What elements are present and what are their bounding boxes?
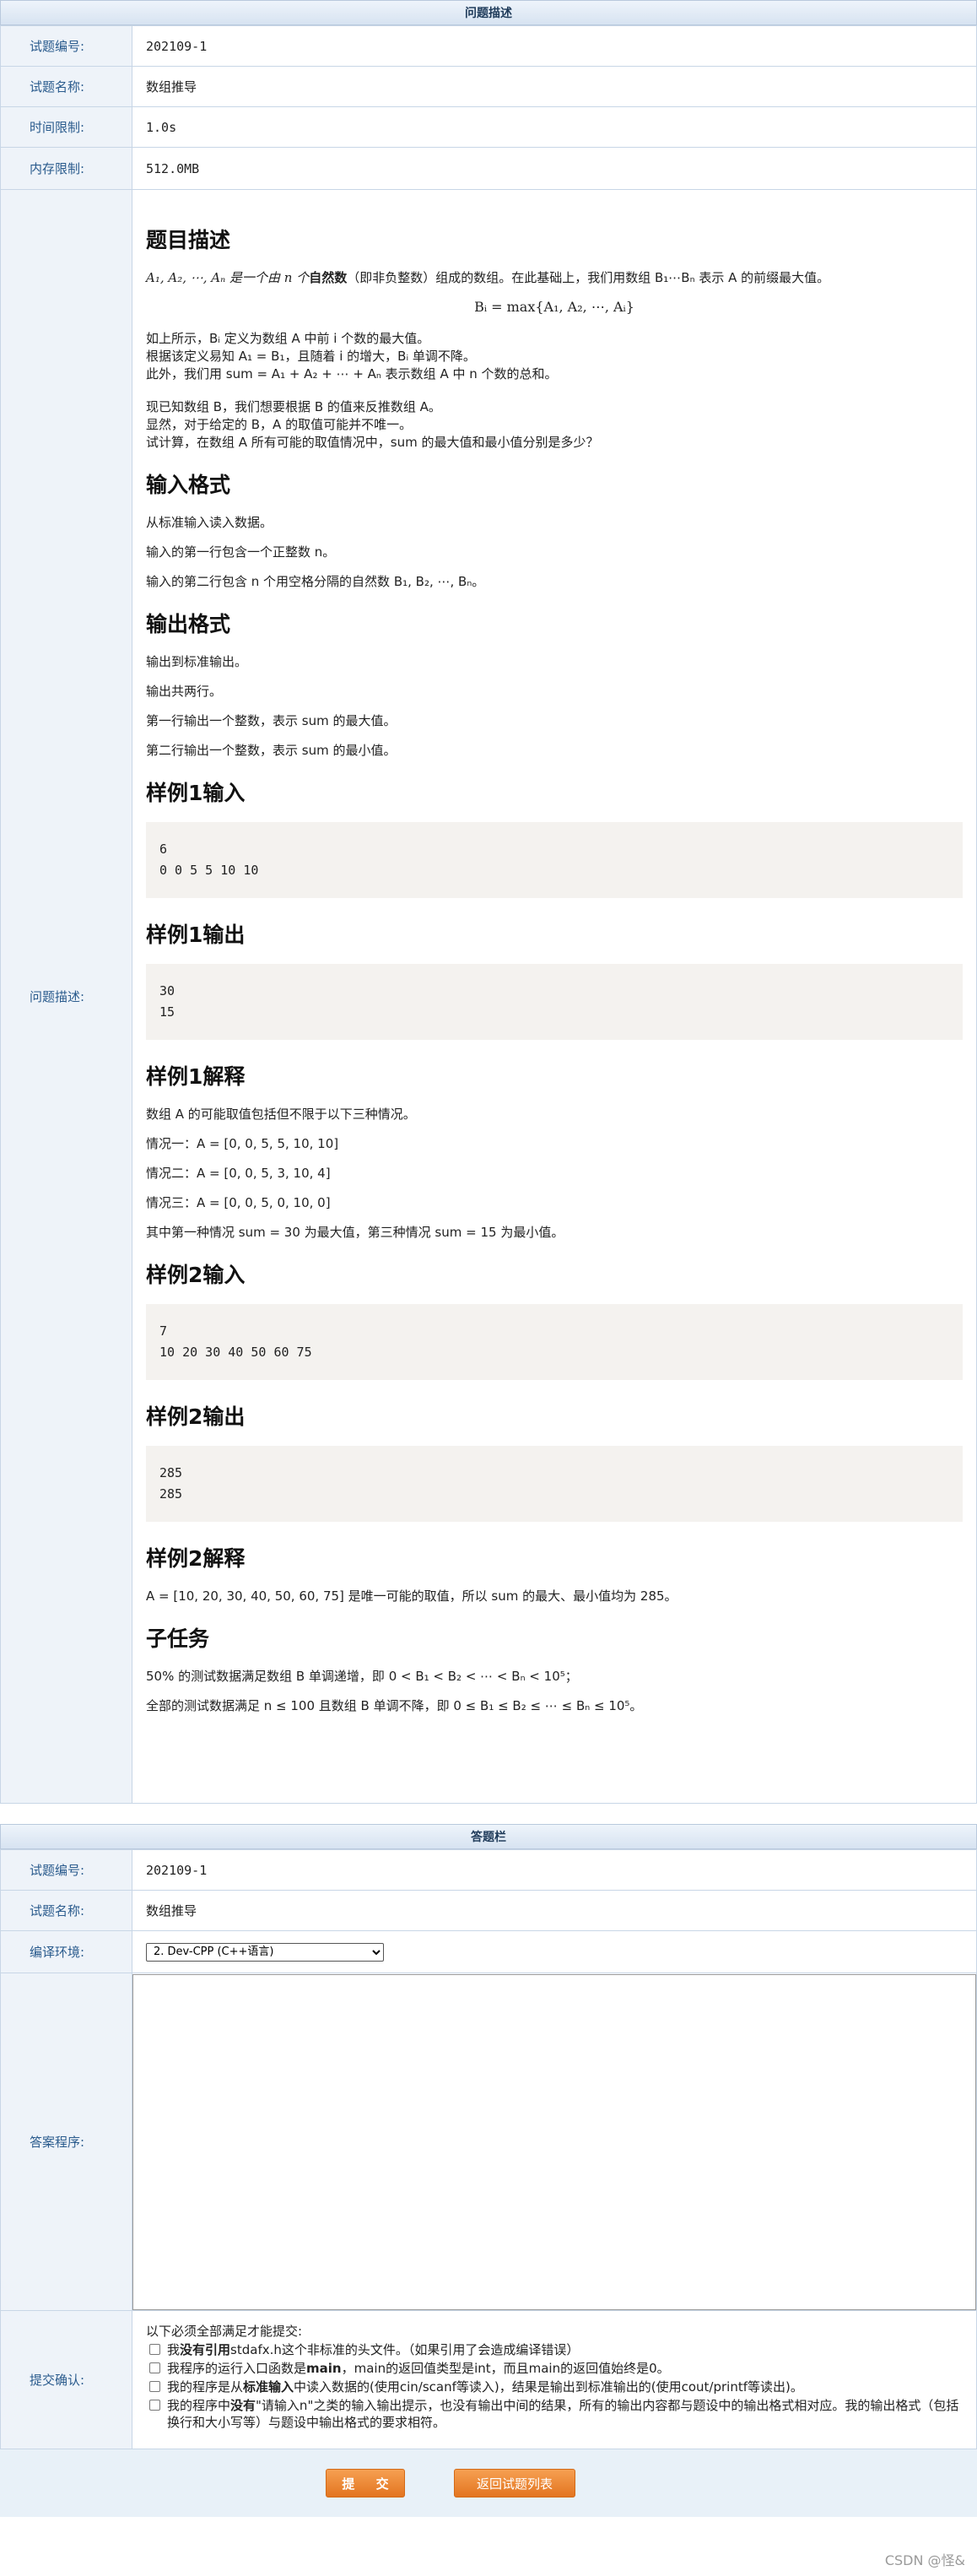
answer-panel: 答题栏 试题编号: 202109-1 试题名称: 数组推导 编译环境: 2. D… [0,1824,977,2449]
problem-statement: 题目描述 A₁, A₂, ⋯, Aₙ 是一个由 n 个自然数（即非负整数）组成的… [132,189,977,1804]
section-heading: 样例2输入 [146,1263,246,1287]
section-heading: 输入格式 [146,473,231,497]
code-cell [132,1973,977,2311]
info-label: 编译环境: [0,1930,132,1973]
sample-output-1: 30 15 [146,964,963,1040]
statement-text: 如上所示，Bᵢ 定义为数组 A 中前 i 个数的最大值。 [146,331,430,346]
statement-text: 第一行输出一个整数，表示 sum 的最大值。 [146,713,397,728]
info-value: 512.0MB [132,147,977,190]
info-label: 试题名称: [0,66,132,107]
formula: Bᵢ = max{A₁, A₂, ⋯, Aᵢ} [474,299,634,315]
section-heading: 样例2输出 [146,1404,246,1429]
info-row-memory: 内存限制: 512.0MB [0,147,977,190]
statement-block: 如上所示，Bᵢ 定义为数组 A 中前 i 个数的最大值。 根据该定义易知 A₁ … [146,330,963,383]
confirm-item-text: 我的程序是从标准输入中读入数据的(使用cin/scanf等读入)，结果是输出到标… [167,2379,803,2395]
problem-panel-title: 问题描述 [0,0,977,25]
statement-text: 显然，对于给定的 B，A 的取值可能并不唯一。 [146,417,413,432]
confirm-checkbox[interactable] [149,2400,160,2411]
confirm-item-text: 我没有引用stdafx.h这个非标准的头文件。（如果引用了会造成编译错误） [167,2342,580,2357]
section-heading: 样例1输出 [146,923,246,947]
statement-text: 第二行输出一个整数，表示 sum 的最小值。 [146,743,397,758]
problem-panel: 问题描述 试题编号: 202109-1 试题名称: 数组推导 时间限制: 1.0… [0,0,977,1804]
sample-input-2: 7 10 20 30 40 50 60 75 [146,1304,963,1380]
info-label: 提交确认: [0,2310,132,2449]
problem-info-table: 试题编号: 202109-1 试题名称: 数组推导 时间限制: 1.0s 内存限… [0,25,977,1804]
statement-text: 现已知数组 B，我们想要根据 B 的值来反推数组 A。 [146,399,441,414]
answer-row-name: 试题名称: 数组推导 [0,1890,977,1931]
statement-text: 输出到标准输出。 [146,654,248,669]
confirm-item: 我程序的运行入口函数是main，main的返回值类型是int，而且main的返回… [146,2360,963,2377]
section-heading: 样例2解释 [146,1546,246,1571]
info-row-id: 试题编号: 202109-1 [0,25,977,67]
confirm-cell: 以下必须全部满足才能提交: 我没有引用stdafx.h这个非标准的头文件。（如果… [132,2310,977,2449]
confirm-item: 我没有引用stdafx.h这个非标准的头文件。（如果引用了会造成编译错误） [146,2341,963,2358]
section-heading: 样例1输入 [146,781,246,805]
section-heading: 子任务 [146,1626,210,1651]
confirm-checkbox[interactable] [149,2344,160,2355]
back-to-list-button[interactable]: 返回试题列表 [454,2469,575,2498]
statement-text: 根据该定义易知 A₁ = B₁，且随着 i 的增大，Bᵢ 单调不降。 [146,349,476,364]
answer-row-id: 试题编号: 202109-1 [0,1849,977,1891]
section-heading: 题目描述 [146,228,231,252]
statement-text: A = [10, 20, 30, 40, 50, 60, 75] 是唯一可能的取… [146,1588,677,1604]
info-row-name: 试题名称: 数组推导 [0,66,977,107]
confirm-item: 我的程序中没有"请输入n"之类的输入输出提示，也没有输出中间的结果，所有的输出内… [146,2397,963,2431]
code-textarea[interactable] [132,1973,976,2310]
confirm-item: 我的程序是从标准输入中读入数据的(使用cin/scanf等读入)，结果是输出到标… [146,2378,963,2395]
info-label: 答案程序: [0,1973,132,2311]
statement-text: 全部的测试数据满足 n ≤ 100 且数组 B 单调不降，即 0 ≤ B₁ ≤ … [146,1698,643,1713]
sample-input-1: 6 0 0 5 5 10 10 [146,822,963,898]
sample-output-2: 285 285 [146,1446,963,1522]
info-value: 1.0s [132,106,977,148]
confirm-intro: 以下必须全部满足才能提交: [146,2324,303,2339]
statement-text: 输入的第一行包含一个正整数 n。 [146,544,336,560]
statement-text: 50% 的测试数据满足数组 B 单调递增，即 0 < B₁ < B₂ < ⋯ <… [146,1669,578,1684]
answer-row-code: 答案程序: [0,1973,977,2311]
answer-panel-title: 答题栏 [0,1824,977,1849]
statement-text: 从标准输入读入数据。 [146,515,273,530]
info-label: 时间限制: [0,106,132,148]
statement-text: 输出共两行。 [146,684,223,699]
confirm-item-text: 我程序的运行入口函数是main，main的返回值类型是int，而且main的返回… [167,2361,670,2376]
info-label: 试题名称: [0,1890,132,1931]
compiler-select[interactable]: 2. Dev-CPP (C++语言) [146,1942,384,1962]
confirm-checkbox[interactable] [149,2381,160,2392]
info-label: 试题编号: [0,1849,132,1891]
info-label: 问题描述: [0,189,132,1804]
section-heading: 样例1解释 [146,1064,246,1089]
answer-row-compiler: 编译环境: 2. Dev-CPP (C++语言) [0,1930,977,1973]
answer-info-table: 试题编号: 202109-1 试题名称: 数组推导 编译环境: 2. Dev-C… [0,1849,977,2449]
statement-text: 试计算，在数组 A 所有可能的取值情况中，sum 的最大值和最小值分别是多少？ [146,435,599,450]
info-row-time: 时间限制: 1.0s [0,106,977,148]
info-value: 202109-1 [132,1849,977,1891]
info-label: 内存限制: [0,147,132,190]
info-value: 数组推导 [132,66,977,107]
statement-text: A₁, A₂, ⋯, Aₙ 是一个由 n 个自然数（即非负整数）组成的数组。在此… [146,270,830,285]
submit-button[interactable]: 提 交 [326,2469,405,2498]
statement-text: 情况一：A = [0, 0, 5, 5, 10, 10] [146,1136,339,1151]
section-heading: 输出格式 [146,612,231,636]
watermark: CSDN @怪& [884,2552,965,2568]
statement-text: 其中第一种情况 sum = 30 为最大值，第三种情况 sum = 15 为最小… [146,1225,564,1240]
info-label: 试题编号: [0,25,132,67]
confirm-item-text: 我的程序中没有"请输入n"之类的输入输出提示，也没有输出中间的结果，所有的输出内… [167,2398,959,2430]
statement-text: 情况三：A = [0, 0, 5, 0, 10, 0] [146,1195,331,1210]
button-bar: 提 交 返回试题列表 [0,2449,977,2517]
statement-text: 数组 A 的可能取值包括但不限于以下三种情况。 [146,1107,416,1122]
statement-text: 输入的第二行包含 n 个用空格分隔的自然数 B₁, B₂, ⋯, Bₙ。 [146,574,485,589]
statement-block: 现已知数组 B，我们想要根据 B 的值来反推数组 A。 显然，对于给定的 B，A… [146,398,963,452]
compiler-cell: 2. Dev-CPP (C++语言) [132,1930,977,1973]
confirm-checkbox[interactable] [149,2362,160,2373]
statement-text: 此外，我们用 sum = A₁ + A₂ + ⋯ + Aₙ 表示数组 A 中 n… [146,366,558,382]
info-value: 数组推导 [132,1890,977,1931]
info-value: 202109-1 [132,25,977,67]
info-row-description: 问题描述: 题目描述 A₁, A₂, ⋯, Aₙ 是一个由 n 个自然数（即非负… [0,189,977,1804]
statement-text: 情况二：A = [0, 0, 5, 3, 10, 4] [146,1166,331,1181]
answer-row-confirm: 提交确认: 以下必须全部满足才能提交: 我没有引用stdafx.h这个非标准的头… [0,2310,977,2449]
panel-gap [0,1804,977,1824]
